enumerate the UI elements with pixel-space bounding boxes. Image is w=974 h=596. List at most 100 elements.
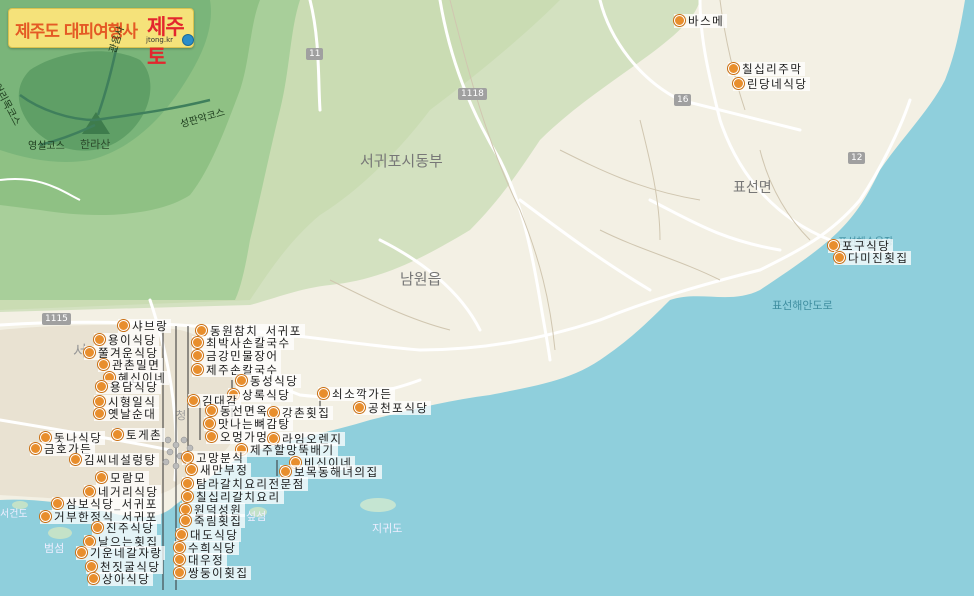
- poi-label: 맛나는뼈감탕: [218, 417, 291, 431]
- restaurant-pin-icon: [94, 334, 105, 345]
- restaurant-pin-icon: [828, 240, 839, 251]
- restaurant-pin-icon: [70, 454, 81, 465]
- poi-marker[interactable]: 대도식당: [176, 528, 242, 542]
- restaurant-pin-icon: [112, 429, 123, 440]
- poi-marker[interactable]: 기운네갈자랑: [76, 546, 166, 560]
- poi-label: 쇠소깍가든: [332, 387, 393, 401]
- poi-label: 칠십리갈치요리: [196, 490, 281, 504]
- poi-marker[interactable]: 모람모: [96, 471, 150, 485]
- poi-marker[interactable]: 새만부정: [186, 463, 252, 477]
- poi-label: 린당네식당: [747, 77, 808, 91]
- poi-label: 삼보식당_서귀포: [66, 497, 158, 511]
- restaurant-pin-icon: [84, 347, 95, 358]
- restaurant-pin-icon: [30, 443, 41, 454]
- poi-marker[interactable]: 칠십리갈치요리: [182, 490, 284, 504]
- poi-marker[interactable]: 최박사손칼국수: [192, 336, 294, 350]
- poi-label: 최박사손칼국수: [206, 336, 291, 350]
- poi-marker[interactable]: 쌍둥이횟집: [174, 566, 252, 580]
- poi-marker[interactable]: 공천포식당: [354, 401, 432, 415]
- restaurant-pin-icon: [86, 561, 97, 572]
- restaurant-pin-icon: [188, 395, 199, 406]
- poi-marker[interactable]: 린당네식당: [733, 77, 811, 91]
- restaurant-pin-icon: [118, 320, 129, 331]
- poi-marker[interactable]: 대우정: [174, 553, 228, 567]
- restaurant-pin-icon: [192, 350, 203, 361]
- poi-marker[interactable]: 진주식당: [92, 521, 158, 535]
- restaurant-pin-icon: [318, 388, 329, 399]
- poi-label: 김씨네설렁탕: [84, 453, 157, 467]
- restaurant-pin-icon: [174, 554, 185, 565]
- restaurant-pin-icon: [354, 402, 365, 413]
- poi-label: 바스메: [688, 14, 725, 28]
- poi-marker[interactable]: 김씨네설렁탕: [70, 453, 160, 467]
- poi-label: 공천포식당: [368, 401, 429, 415]
- poi-label: 다미진횟집: [848, 251, 909, 265]
- restaurant-pin-icon: [206, 405, 217, 416]
- poi-label: 금강민물장어: [206, 349, 279, 363]
- restaurant-pin-icon: [280, 466, 291, 477]
- poi-label: 동선면옥: [220, 404, 269, 418]
- poi-label: 옛날순대: [108, 407, 157, 421]
- poi-label: 쌍둥이횟집: [188, 566, 249, 580]
- poi-label: 용이식당: [108, 333, 157, 347]
- poi-marker[interactable]: 쇠소깍가든: [318, 387, 396, 401]
- poi-label: 칠십리주막: [742, 62, 803, 76]
- restaurant-pin-icon: [94, 396, 105, 407]
- restaurant-pin-icon: [192, 364, 203, 375]
- restaurant-pin-icon: [733, 78, 744, 89]
- poi-label: 대도식당: [190, 528, 239, 542]
- poi-marker[interactable]: 동성식당: [236, 374, 302, 388]
- restaurant-pin-icon: [192, 337, 203, 348]
- restaurant-pin-icon: [174, 567, 185, 578]
- poi-marker[interactable]: 바스메: [674, 14, 728, 28]
- poi-marker[interactable]: 상아식당: [88, 572, 154, 586]
- poi-marker[interactable]: 탐라갈치요리전문점: [182, 477, 308, 491]
- restaurant-pin-icon: [96, 472, 107, 483]
- poi-label: 죽림횟집: [194, 514, 243, 528]
- poi-marker[interactable]: 죽림횟집: [180, 514, 246, 528]
- poi-marker[interactable]: 동선면옥: [206, 404, 272, 418]
- poi-marker[interactable]: 샤브랑: [118, 319, 172, 333]
- poi-marker[interactable]: 맛나는뼈감탕: [204, 417, 294, 431]
- poi-label: 상록식당: [242, 388, 291, 402]
- poi-label: 제주할망뚝배기: [250, 443, 335, 457]
- poi-label: 동성식당: [250, 374, 299, 388]
- poi-marker[interactable]: 금강민물장어: [192, 349, 282, 363]
- poi-label: 토게촌: [126, 428, 163, 442]
- poi-marker[interactable]: 관촌밀면: [98, 358, 164, 372]
- restaurant-pin-icon: [196, 325, 207, 336]
- restaurant-pin-icon: [96, 381, 107, 392]
- restaurant-pin-icon: [204, 418, 215, 429]
- restaurant-pin-icon: [76, 547, 87, 558]
- poi-label: 모람모: [110, 471, 147, 485]
- poi-marker[interactable]: 토게촌: [112, 428, 166, 442]
- poi-marker[interactable]: 오멍가멍: [206, 430, 272, 444]
- restaurant-pin-icon: [94, 408, 105, 419]
- restaurant-pin-icon: [206, 431, 217, 442]
- poi-label: 새만부정: [200, 463, 249, 477]
- restaurant-pin-icon: [236, 375, 247, 386]
- poi-marker[interactable]: 용이식당: [94, 333, 160, 347]
- restaurant-pin-icon: [174, 542, 185, 553]
- poi-marker[interactable]: 제주할망뚝배기: [236, 443, 338, 457]
- poi-marker[interactable]: 칠십리주막: [728, 62, 806, 76]
- poi-marker[interactable]: 옛날순대: [94, 407, 160, 421]
- restaurant-pin-icon: [182, 491, 193, 502]
- poi-label: 탐라갈치요리전문점: [196, 477, 305, 491]
- restaurant-pin-icon: [186, 464, 197, 475]
- restaurant-pin-icon: [88, 573, 99, 584]
- restaurant-pin-icon: [98, 359, 109, 370]
- restaurant-pin-icon: [674, 15, 685, 26]
- restaurant-pin-icon: [728, 63, 739, 74]
- poi-label: 진주식당: [106, 521, 155, 535]
- poi-label: 용담식당: [110, 380, 159, 394]
- poi-marker[interactable]: 삼보식당_서귀포: [52, 497, 161, 511]
- poi-marker[interactable]: 용담식당: [96, 380, 162, 394]
- poi-marker[interactable]: 다미진횟집: [834, 251, 912, 265]
- poi-label: 대우정: [188, 553, 225, 567]
- restaurant-pin-icon: [182, 452, 193, 463]
- poi-label: 관촌밀면: [112, 358, 161, 372]
- restaurant-pin-icon: [834, 252, 845, 263]
- restaurant-pin-icon: [92, 522, 103, 533]
- poi-label: 기운네갈자랑: [90, 546, 163, 560]
